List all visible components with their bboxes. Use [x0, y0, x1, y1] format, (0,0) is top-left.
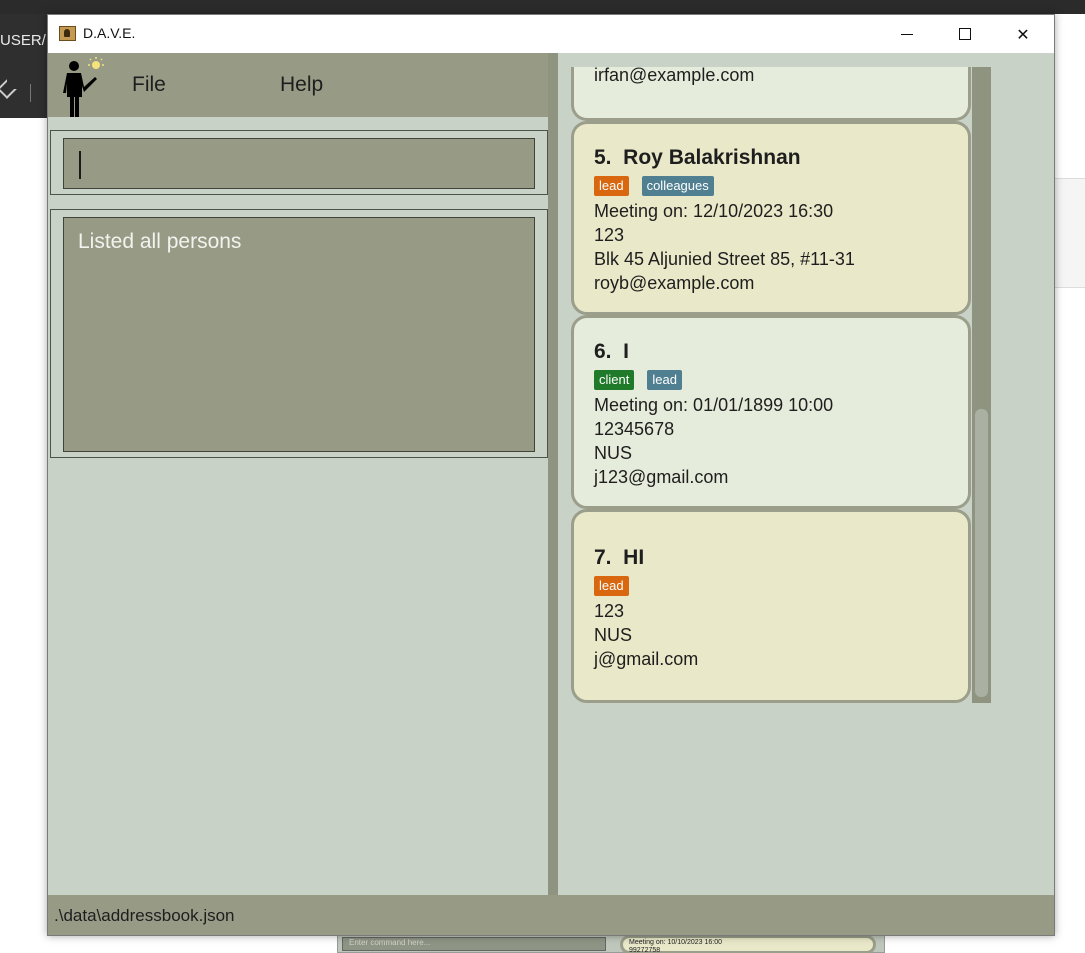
scrollbar-thumb[interactable] — [975, 409, 988, 697]
tag-lead: lead — [594, 176, 629, 196]
person-phone: 12345678 — [594, 419, 675, 439]
person-card-6[interactable]: 6. I client lead Meeting on: 01/01/1899 … — [571, 315, 971, 509]
minimize-button[interactable] — [878, 15, 936, 53]
person-address: NUS — [594, 625, 633, 645]
background-person-card: Meeting on: 10/10/2023 16:00 99272758 — [620, 935, 876, 953]
person-name: 6. I — [594, 340, 630, 363]
tag-colleagues: colleagues — [641, 176, 714, 196]
minimize-icon — [901, 33, 913, 35]
person-email: j@gmail.com — [594, 649, 699, 669]
menu-help[interactable]: Help — [280, 73, 323, 97]
businessman-logo-icon — [63, 57, 104, 117]
person-phone: 123 — [594, 225, 625, 245]
person-email: j123@gmail.com — [594, 467, 729, 487]
left-pane: File Help Listed all persons — [48, 53, 548, 895]
person-card-4[interactable]: irfan@example.com — [571, 67, 971, 121]
toolbar-separator — [30, 84, 31, 102]
maximize-button[interactable] — [936, 15, 994, 53]
person-meeting: Meeting on: 01/01/1899 10:00 — [594, 395, 834, 415]
background-meeting-text: Meeting on: 10/10/2023 16:00 — [629, 939, 723, 946]
person-card-5[interactable]: 5. Roy Balakrishnan lead colleagues Meet… — [571, 121, 971, 315]
person-list-panel: irfan@example.com 5. Roy Balakrishnan le… — [558, 53, 1054, 895]
person-list[interactable]: irfan@example.com 5. Roy Balakrishnan le… — [571, 67, 991, 705]
person-name: 5. Roy Balakrishnan — [594, 146, 801, 169]
command-box-container — [50, 130, 548, 195]
tag-list: client lead — [594, 370, 948, 392]
split-pane-divider[interactable] — [548, 53, 558, 895]
person-name: 7. HI — [594, 546, 645, 569]
window-title: D.A.V.E. — [83, 25, 136, 41]
eraser-icon — [0, 79, 17, 99]
result-display: Listed all persons — [63, 217, 535, 452]
person-card-7[interactable]: 7. HI lead 123 NUS j@gmail.com — [571, 509, 971, 703]
status-bar: .\data\addressbook.json — [48, 895, 1054, 935]
person-phone: 123 — [594, 601, 625, 621]
background-editor-panel: USER/D — [0, 14, 57, 118]
close-button[interactable]: ✕ — [994, 15, 1052, 53]
menu-bar: File Help — [48, 53, 548, 117]
maximize-icon — [959, 28, 971, 40]
person-email: irfan@example.com — [594, 67, 755, 85]
close-icon: ✕ — [1016, 24, 1030, 44]
person-meeting: Meeting on: 12/10/2023 16:30 — [594, 201, 834, 221]
result-text: Listed all persons — [78, 230, 242, 253]
person-address: Blk 45 Aljunied Street 85, #11-31 — [594, 249, 855, 269]
person-email: royb@example.com — [594, 273, 755, 293]
tag-lead: lead — [647, 370, 682, 390]
background-phone-text: 99272758 — [629, 947, 661, 953]
title-bar[interactable]: D.A.V.E. ✕ — [48, 15, 1054, 53]
app-window: D.A.V.E. ✕ File Help Listed all persons … — [47, 14, 1055, 936]
text-caret — [79, 151, 81, 179]
result-display-container: Listed all persons — [50, 209, 548, 458]
tag-list: lead colleagues — [594, 176, 948, 198]
background-window: Enter command here... Meeting on: 10/10/… — [337, 934, 885, 953]
background-panel — [1054, 178, 1085, 288]
tag-client: client — [594, 370, 635, 390]
menu-file[interactable]: File — [132, 73, 166, 97]
list-scrollbar[interactable] — [972, 67, 991, 703]
person-address: NUS — [594, 443, 633, 463]
tag-list: lead — [594, 576, 948, 598]
app-icon — [59, 26, 76, 41]
command-input[interactable] — [63, 138, 535, 189]
tag-lead: lead — [594, 576, 629, 596]
background-taskbar — [0, 0, 1085, 14]
background-command-box: Enter command here... — [342, 937, 606, 951]
data-file-path: .\data\addressbook.json — [54, 906, 235, 925]
